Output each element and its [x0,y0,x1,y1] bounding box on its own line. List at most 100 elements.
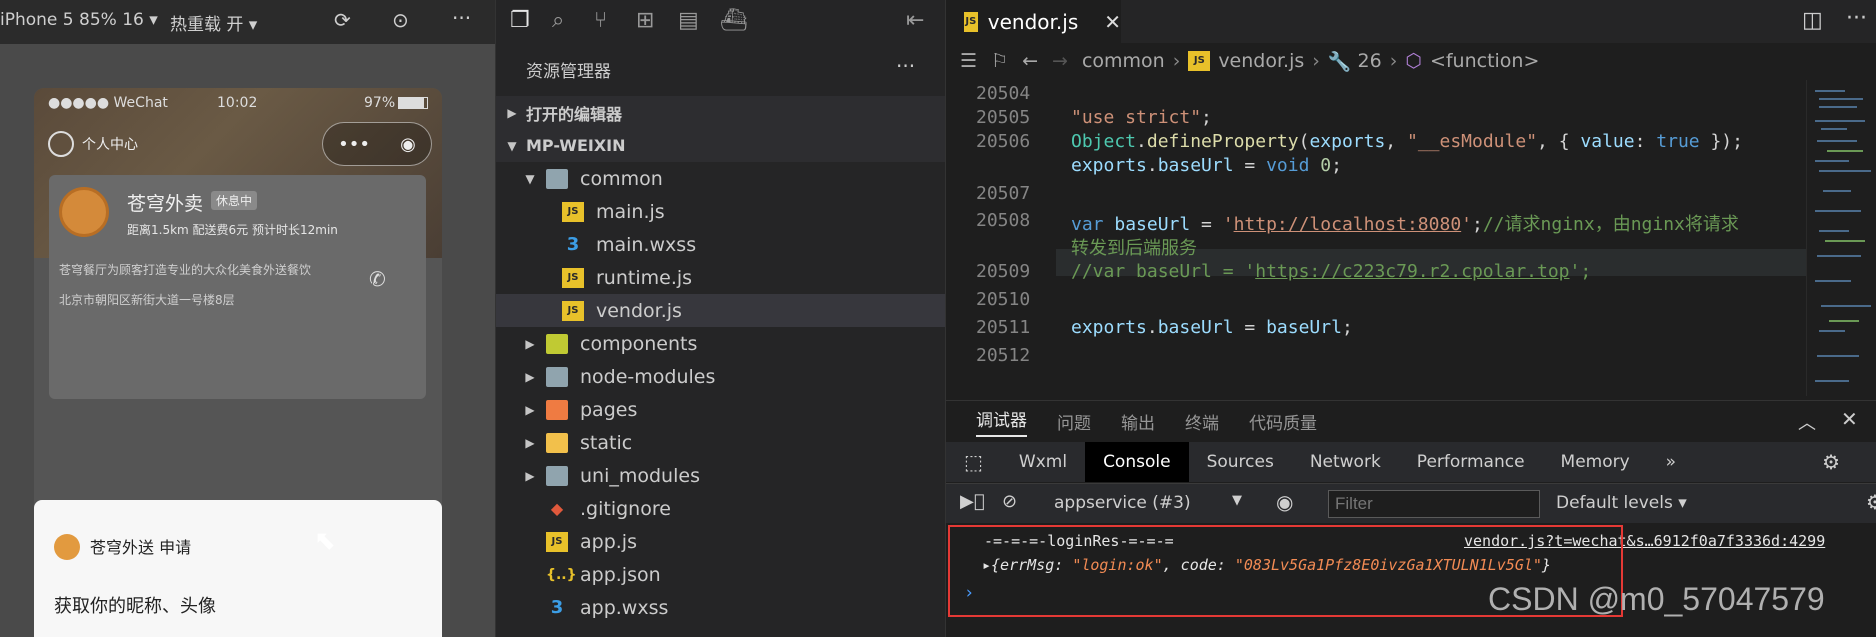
layout-icon[interactable]: ▤ [678,8,699,33]
inspect-icon[interactable]: ⬚ [946,442,1001,482]
tree-item-static[interactable]: ▶ static [496,426,946,459]
tree-item-vendor-js[interactable]: JS vendor.js [496,294,946,327]
minimap[interactable] [1806,80,1876,396]
tree-item-components[interactable]: ▶ components [496,327,946,360]
back-icon[interactable]: ← [1022,50,1038,72]
tree-item-app-json[interactable]: {..} app.json [496,558,946,591]
extensions-icon[interactable]: ⊞ [636,8,654,33]
close-icon[interactable]: ✕ [1104,10,1121,34]
close-icon[interactable]: ✕ [1841,407,1858,431]
chevron-down-icon[interactable]: ▼ [1232,493,1242,508]
clear-console-icon[interactable]: ⊘ [1002,491,1017,512]
project-section[interactable]: ▼ MP-WEIXIN [496,129,946,162]
hot-reload-toggle[interactable]: 热重载 开 ▾ [170,10,257,35]
breadcrumb-file[interactable]: vendor.js [1218,50,1304,72]
more-icon[interactable]: ··· [452,6,471,30]
tab-terminal[interactable]: 终端 [1185,409,1219,434]
tab-debugger[interactable]: 调试器 [976,406,1027,437]
battery-label: 97% [364,95,396,111]
gear-icon[interactable]: ⚙ [1866,490,1876,514]
tab-label: vendor.js [987,9,1079,34]
tab-code-quality[interactable]: 代码质量 [1249,409,1317,434]
tree-item-uni-modules[interactable]: ▶ uni_modules [496,459,946,492]
line-number: 20511 [976,317,1031,338]
tab-performance[interactable]: Performance [1399,442,1543,482]
shop-meta: 距离1.5km 配送费6元 预计时长12min [127,223,338,237]
chevron-right-icon: › [1312,50,1320,72]
filter-input[interactable] [1328,490,1540,518]
bookmark-icon[interactable]: ⚐ [991,50,1008,72]
docker-icon[interactable]: ⛴ [720,8,748,33]
auth-sheet: 苍穹外送 申请 获取你的昵称、头像 [34,500,442,637]
tab-vendor-js[interactable]: JS vendor.js ✕ [946,0,1121,43]
tree-item-gitignore[interactable]: ◆ .gitignore [496,492,946,525]
more-icon[interactable]: ··· [1846,6,1867,31]
simulator-toolbar: iPhone 5 85% 16 ▾ 热重载 开 ▾ ⟳ ⊙ ··· [0,0,495,44]
tab-problems[interactable]: 问题 [1057,409,1091,434]
personal-center-label: 个人中心 [82,137,138,153]
folder-icon [546,366,568,387]
chevron-up-icon[interactable]: ︿ [1798,409,1816,435]
log-levels-select[interactable]: Default levels ▾ [1556,493,1687,513]
code-line: "use strict"; [1071,107,1212,128]
more-dots-icon[interactable]: ••• [338,134,370,155]
tree-item-main-wxss[interactable]: 3 main.wxss [496,228,946,261]
mini-program-capsule[interactable]: ••• ◉ [322,122,432,166]
search-icon[interactable]: ⌕ [552,8,564,33]
tree-item-label: app.js [580,530,637,553]
tree-item-runtime-js[interactable]: JS runtime.js [496,261,946,294]
phone-call-icon[interactable]: ✆ [369,267,386,291]
tree-item-app-wxss[interactable]: 3 app.wxss [496,591,946,624]
code-line: Object.defineProperty(exports, "__esModu… [1071,131,1743,152]
watermark: CSDN @m0_57047579 [1488,581,1825,617]
refresh-icon[interactable]: ⟳ [334,8,351,32]
tree-item-common[interactable]: ▼ common [496,162,946,195]
more-actions-icon[interactable]: ··· [896,54,915,78]
breadcrumb-function[interactable]: <function> [1430,50,1539,72]
tab-output[interactable]: 输出 [1121,409,1155,434]
split-editor-icon[interactable]: ◫ [1802,8,1823,33]
kebab-icon[interactable]: ⋮ [1858,442,1876,482]
js-file-icon: JS [562,300,584,321]
tree-item-app-js[interactable]: JS app.js [496,525,946,558]
tree-item-label: app.json [580,563,661,586]
more-tabs-icon[interactable]: » [1648,442,1694,482]
console-filter-bar: ▶⃞ ⊘ appservice (#3) ▼ ◉ Default levels … [946,483,1876,523]
collapse-panel-icon[interactable]: ⇤ [906,8,924,33]
eye-icon[interactable]: ◉ [1276,490,1293,514]
context-select[interactable]: appservice (#3) [1054,493,1191,513]
cube-icon: ⬡ [1405,50,1422,72]
source-control-icon[interactable]: ⑂ [594,8,607,33]
tab-network[interactable]: Network [1292,442,1399,482]
tree-item-node-modules[interactable]: ▶ node-modules [496,360,946,393]
personal-center-link[interactable]: 个人中心 [48,126,138,162]
stop-icon[interactable]: ⊙ [392,8,409,32]
forward-icon[interactable]: → [1052,50,1068,72]
tree-item-main-js[interactable]: JS main.js [496,195,946,228]
gear-icon[interactable]: ⚙ [1804,442,1858,482]
line-number: 20507 [976,183,1031,204]
breadcrumb-number[interactable]: 26 [1358,50,1382,72]
css-file-icon: 3 [566,233,580,255]
outline-icon[interactable]: ☰ [960,50,977,72]
device-select[interactable]: iPhone 5 85% 16 ▾ [0,10,158,30]
tab-sources[interactable]: Sources [1189,442,1292,482]
breadcrumb-folder[interactable]: common [1082,50,1165,72]
files-icon[interactable]: ❐ [510,8,530,33]
tab-console[interactable]: Console [1085,442,1189,482]
code-line: 转发到后端服务 [1071,238,1197,259]
tree-item-label: node-modules [580,365,716,388]
phone-status-bar: ●●●●● WeChat 10:02 97% [34,88,442,118]
close-circle-icon[interactable]: ◉ [400,134,416,155]
tab-memory[interactable]: Memory [1543,442,1648,482]
tab-wxml[interactable]: Wxml [1001,442,1085,482]
open-editors-section[interactable]: ▶ 打开的编辑器 [496,96,946,129]
code-area[interactable]: 20504 20505 "use strict"; 20506 Object.d… [946,80,1806,396]
sidebar-toggle-icon[interactable]: ▶⃞ [960,491,985,512]
code-line: var baseUrl = 'http://localhost:8080';//… [1071,214,1739,235]
panel-tab-bar: 调试器 问题 输出 终端 代码质量 [946,401,1876,441]
tree-item-pages[interactable]: ▶ pages [496,393,946,426]
devtools-tab-bar: ⬚ Wxml Console Sources Network Performan… [946,442,1876,482]
json-file-icon: {..} [546,566,577,583]
activity-bar: ❐ ⌕ ⑂ ⊞ ▤ ⛴ ⇤ [496,0,946,44]
